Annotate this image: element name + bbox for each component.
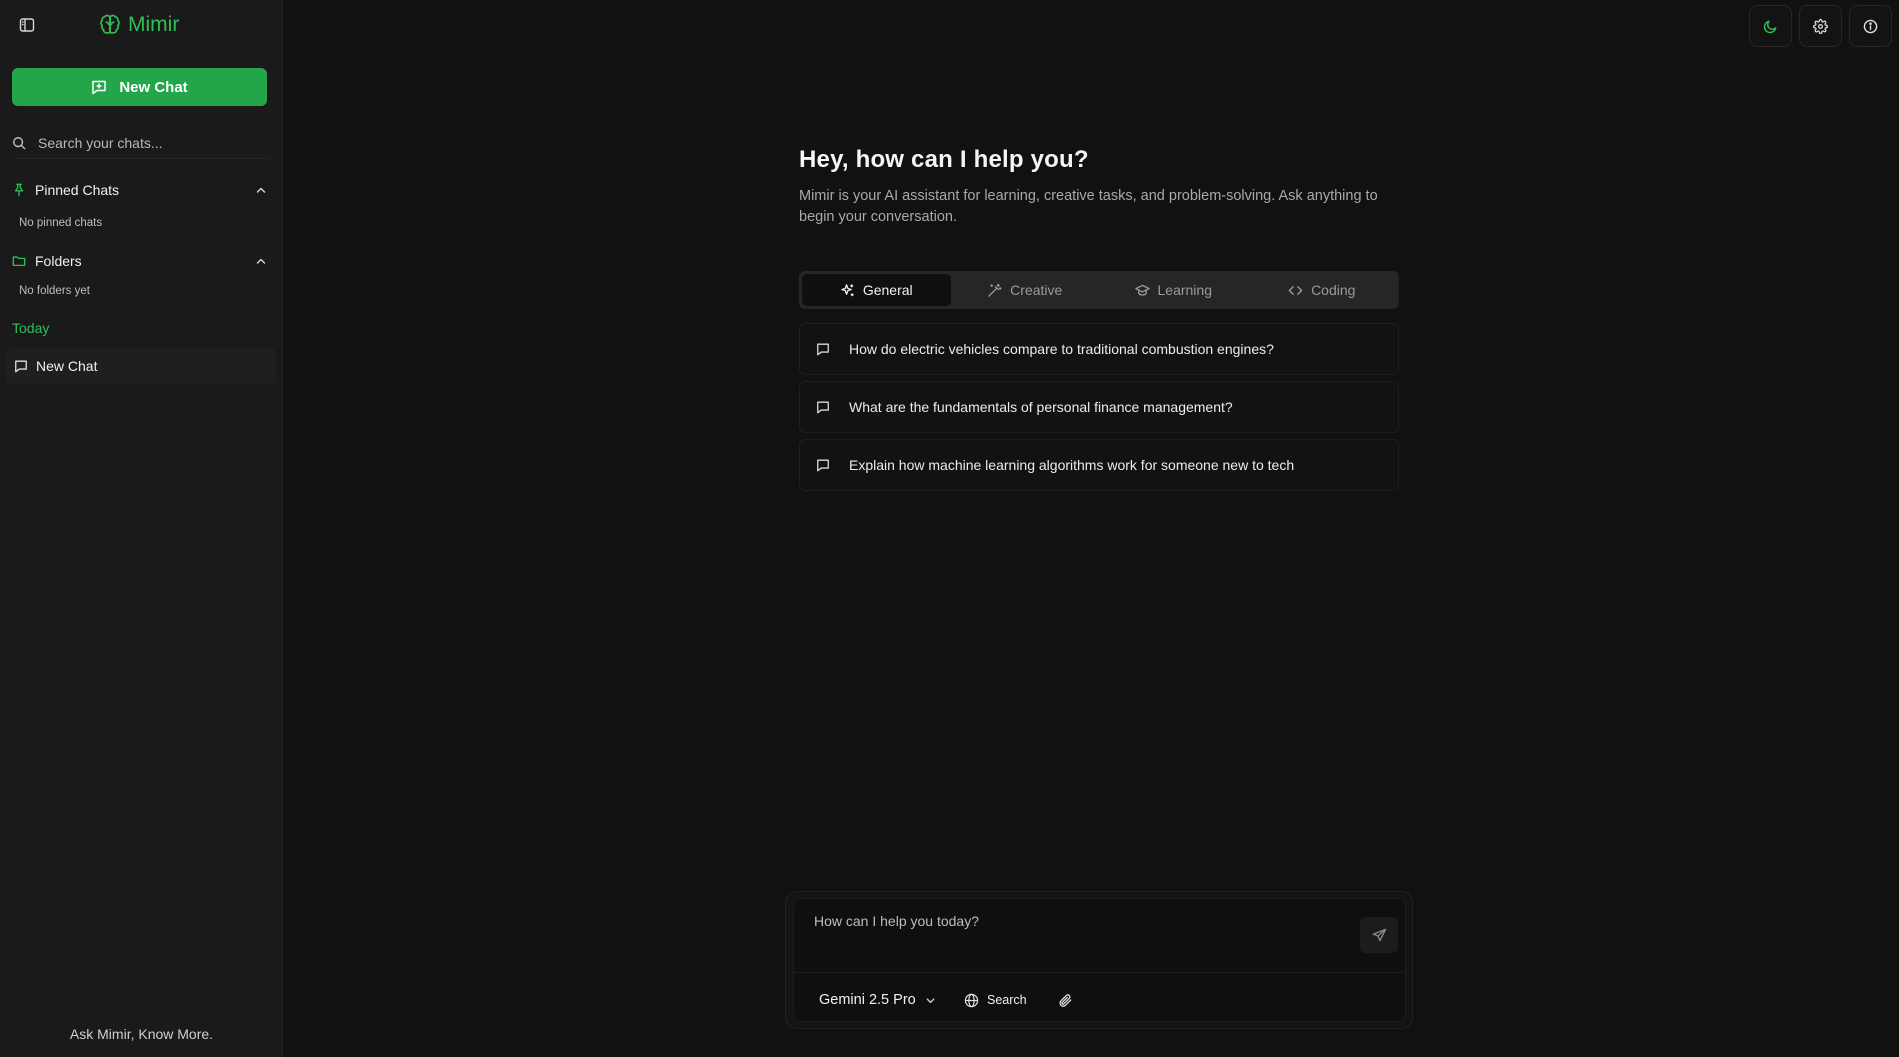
tab-creative[interactable]: Creative [951, 274, 1100, 306]
graduation-cap-icon [1134, 283, 1150, 298]
magic-wand-icon [987, 283, 1002, 298]
model-name: Gemini 2.5 Pro [819, 992, 916, 1008]
chat-search [12, 127, 271, 159]
app-root: Mimir New Chat Search your chats... Pinn… [0, 0, 1899, 1057]
composer: Gemini 2.5 Pro Search [793, 898, 1406, 1022]
pin-icon [12, 183, 26, 197]
welcome-section: Hey, how can I help you? Mimir is your A… [799, 146, 1399, 228]
settings-button[interactable] [1799, 5, 1842, 47]
theme-toggle-button[interactable] [1749, 5, 1792, 47]
send-icon [1372, 928, 1387, 943]
suggestion-item[interactable]: How do electric vehicles compare to trad… [799, 323, 1399, 375]
date-group-label: Today [12, 320, 50, 336]
web-search-toggle[interactable]: Search [964, 989, 1027, 1011]
tab-label: Learning [1157, 282, 1213, 298]
message-icon [816, 400, 830, 414]
suggestion-item[interactable]: What are the fundamentals of personal fi… [799, 381, 1399, 433]
folder-icon [12, 254, 26, 268]
tab-label: General [862, 282, 913, 298]
brain-icon [99, 14, 121, 36]
tab-label: Creative [1010, 282, 1063, 298]
pinned-empty-text: No pinned chats [19, 217, 103, 229]
tab-coding[interactable]: Coding [1248, 274, 1397, 306]
suggestion-text: Explain how machine learning algorithms … [849, 457, 1295, 473]
sidebar-toggle-icon [19, 17, 35, 33]
code-icon [1288, 283, 1303, 298]
message-icon [816, 458, 830, 472]
pinned-chats-header[interactable]: Pinned Chats [12, 178, 267, 202]
suggestion-text: How do electric vehicles compare to trad… [849, 341, 1274, 357]
tab-learning[interactable]: Learning [1099, 274, 1248, 306]
chat-title: New Chat [36, 358, 98, 374]
attach-file-button[interactable] [1054, 989, 1076, 1011]
welcome-title: Hey, how can I help you? [799, 146, 1089, 173]
brand-name: Mimir [128, 13, 180, 36]
tab-general[interactable]: General [802, 274, 951, 306]
message-icon [816, 342, 830, 356]
tab-label: Coding [1311, 282, 1356, 298]
sidebar-header: Mimir [0, 0, 283, 50]
search-icon [12, 136, 26, 150]
gear-icon [1813, 18, 1828, 34]
folders-empty-text: No folders yet [19, 285, 90, 297]
message-input[interactable] [814, 913, 1334, 943]
about-button[interactable] [1849, 5, 1892, 47]
moon-icon [1763, 19, 1778, 34]
new-chat-button[interactable]: New Chat [12, 68, 267, 106]
composer-divider [794, 972, 1405, 973]
chevron-down-icon [925, 995, 936, 1006]
suggestion-text: What are the fundamentals of personal fi… [849, 399, 1233, 415]
sidebar-footer-tagline: Ask Mimir, Know More. [69, 1026, 214, 1042]
sidebar: Mimir New Chat Search your chats... Pinn… [0, 0, 283, 1057]
search-toggle-label: Search [987, 993, 1027, 1007]
message-icon [14, 359, 28, 373]
new-chat-label: New Chat [119, 78, 188, 96]
message-plus-icon [91, 79, 107, 95]
welcome-subtitle: Mimir is your AI assistant for learning,… [799, 188, 1378, 225]
chevron-up-icon [255, 255, 267, 267]
folders-header[interactable]: Folders [12, 249, 267, 273]
folders-label: Folders [35, 253, 82, 269]
globe-icon [964, 993, 979, 1008]
chat-list-item[interactable]: New Chat [6, 348, 276, 384]
chevron-up-icon [255, 184, 267, 196]
model-selector[interactable]: Gemini 2.5 Pro [819, 989, 936, 1011]
chat-search-input[interactable] [38, 134, 258, 151]
brand-logo[interactable]: Mimir [99, 12, 179, 38]
pinned-chats-label: Pinned Chats [35, 182, 120, 198]
sidebar-toggle-button[interactable] [14, 12, 40, 38]
sparkles-icon [840, 283, 855, 298]
info-icon [1863, 19, 1878, 34]
send-button[interactable] [1360, 917, 1398, 953]
suggestion-item[interactable]: Explain how machine learning algorithms … [799, 439, 1399, 491]
paperclip-icon [1058, 993, 1073, 1008]
category-tabs: General Creative Learning Coding [799, 271, 1399, 309]
